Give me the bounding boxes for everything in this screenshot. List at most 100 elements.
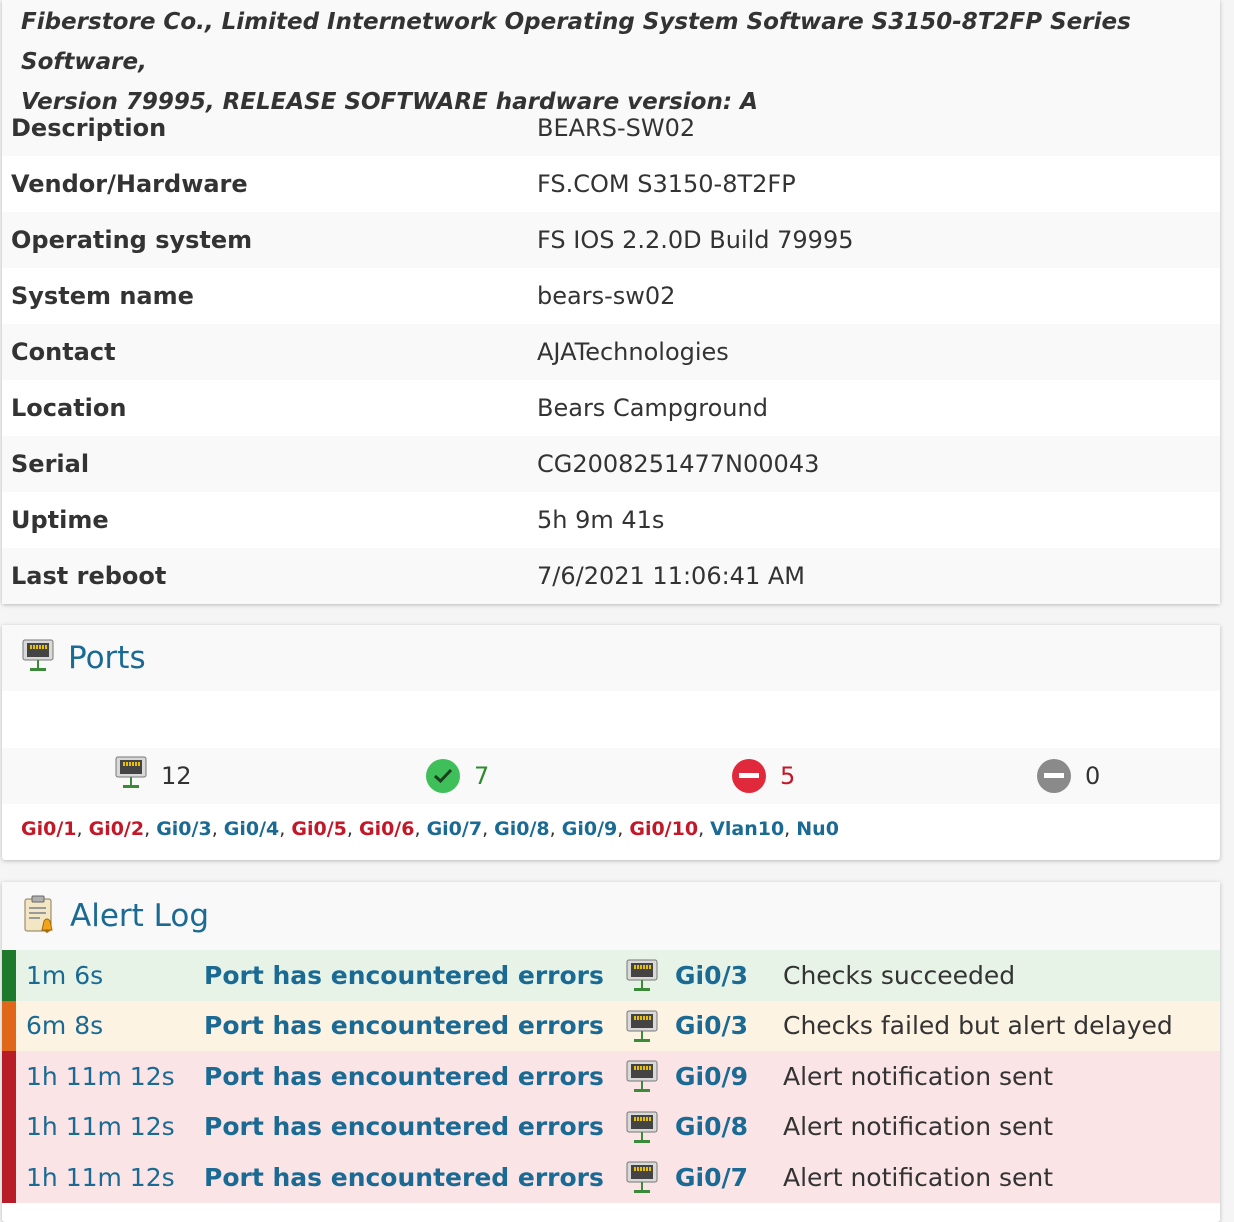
alert-row: 6m 8s Port has encountered errors Gi0/3 Che…	[2, 1000, 1220, 1051]
port-link[interactable]: Gi0/5	[291, 818, 347, 840]
alert-status: Checks succeeded	[783, 960, 1016, 990]
ethernet-port-icon	[626, 1060, 658, 1100]
check-circle-icon	[426, 759, 460, 793]
disabled-ports-value: 0	[1085, 762, 1101, 790]
alert-time[interactable]: 1m 6s	[26, 961, 103, 990]
system-description: Fiberstore Co., Limited Internetwork Ope…	[2, 0, 1220, 115]
port-separator: ,	[211, 818, 224, 840]
device-info-key: Serial	[11, 450, 90, 478]
alert-log-panel: Alert Log 1m 6s Port has encountered erro…	[2, 882, 1220, 1222]
device-overview-panel: Fiberstore Co., Limited Internetwork Ope…	[2, 0, 1220, 604]
alert-port-link[interactable]: Gi0/8	[675, 1112, 748, 1141]
port-separator: ,	[784, 818, 797, 840]
port-link[interactable]: Gi0/1	[21, 818, 77, 840]
port-link[interactable]: Gi0/4	[224, 818, 280, 840]
alert-rule-link[interactable]: Port has encountered errors	[204, 1011, 604, 1040]
device-info-key: Location	[11, 394, 127, 422]
total-ports-value: 12	[161, 762, 192, 790]
alert-status: Alert notification sent	[783, 1162, 1054, 1192]
severity-bar	[2, 1101, 16, 1152]
ports-header: Ports	[2, 625, 1220, 691]
ports-title[interactable]: Ports	[68, 640, 146, 676]
device-info-value: Bears Campground	[537, 394, 768, 422]
device-info-row: Last reboot 7/6/2021 11:06:41 AM	[2, 548, 1220, 604]
device-info-key: Uptime	[11, 506, 109, 534]
device-info-row: Location Bears Campground	[2, 380, 1220, 436]
alert-status: Alert notification sent	[783, 1112, 1054, 1142]
alert-port-link[interactable]: Gi0/3	[675, 1011, 748, 1040]
port-separator: ,	[279, 818, 292, 840]
port-separator: ,	[617, 818, 630, 840]
alert-row: 1h 11m 12s Port has encountered errors Gi0…	[2, 1101, 1220, 1152]
alert-rule-link[interactable]: Port has encountered errors	[204, 1163, 604, 1192]
device-info-value: FS IOS 2.2.0D Build 79995	[537, 226, 854, 254]
ethernet-port-icon	[22, 639, 54, 677]
port-link[interactable]: Gi0/8	[494, 818, 550, 840]
device-info-value: 5h 9m 41s	[537, 506, 665, 534]
alert-log-title[interactable]: Alert Log	[70, 898, 209, 934]
severity-bar	[2, 1152, 16, 1203]
ethernet-port-icon	[626, 959, 658, 999]
ethernet-port-icon	[626, 1010, 658, 1050]
alert-time[interactable]: 1h 11m 12s	[26, 1112, 175, 1141]
ports-graph-area	[2, 691, 1220, 748]
disabled-ports-count[interactable]: 0	[1037, 759, 1100, 793]
device-info-value: bears-sw02	[537, 282, 676, 310]
device-info-key: Contact	[11, 338, 116, 366]
port-link[interactable]: Gi0/6	[359, 818, 415, 840]
port-separator: ,	[76, 818, 89, 840]
device-info-key: Description	[11, 114, 167, 142]
total-ports-count[interactable]: 12	[115, 756, 192, 796]
alert-time[interactable]: 1h 11m 12s	[26, 1062, 175, 1091]
down-ports-value: 5	[780, 762, 796, 790]
device-info-key: Last reboot	[11, 562, 167, 590]
port-separator: ,	[346, 818, 359, 840]
device-info-value: CG2008251477N00043	[537, 450, 820, 478]
port-separator: ,	[549, 818, 562, 840]
alert-row: 1h 11m 12s Port has encountered errors Gi0…	[2, 1051, 1220, 1102]
device-info-row: Serial CG2008251477N00043	[2, 436, 1220, 492]
alert-time[interactable]: 1h 11m 12s	[26, 1163, 175, 1192]
device-info-value: BEARS-SW02	[537, 114, 696, 142]
device-info-table: Description BEARS-SW02 Vendor/Hardware FS.C…	[2, 100, 1220, 604]
ethernet-port-icon	[115, 756, 147, 796]
device-info-value: 7/6/2021 11:06:41 AM	[537, 562, 805, 590]
device-info-key: Operating system	[11, 226, 253, 254]
up-ports-count[interactable]: 7	[426, 759, 489, 793]
device-info-key: Vendor/Hardware	[11, 170, 248, 198]
device-info-row: Contact AJATechnologies	[2, 324, 1220, 380]
device-info-key: System name	[11, 282, 194, 310]
alert-rule-link[interactable]: Port has encountered errors	[204, 961, 604, 990]
alert-log-table: 1m 6s Port has encountered errors Gi0/3 Che…	[2, 950, 1220, 1203]
alert-row: 1h 11m 12s Port has encountered errors Gi0…	[2, 1152, 1220, 1203]
device-info-value: AJATechnologies	[537, 338, 729, 366]
alert-port-link[interactable]: Gi0/7	[675, 1163, 748, 1192]
port-separator: ,	[698, 818, 711, 840]
alert-rule-link[interactable]: Port has encountered errors	[204, 1112, 604, 1141]
device-info-row: Vendor/Hardware FS.COM S3150-8T2FP	[2, 156, 1220, 212]
minus-circle-grey-icon	[1037, 759, 1071, 793]
port-link[interactable]: Gi0/7	[427, 818, 483, 840]
severity-bar	[2, 1000, 16, 1051]
device-info-row: Operating system FS IOS 2.2.0D Build 7999…	[2, 212, 1220, 268]
down-ports-count[interactable]: 5	[732, 759, 795, 793]
up-ports-value: 7	[474, 762, 490, 790]
alert-time[interactable]: 6m 8s	[26, 1011, 103, 1040]
alert-port-link[interactable]: Gi0/3	[675, 961, 748, 990]
port-separator: ,	[482, 818, 495, 840]
severity-bar	[2, 950, 16, 1001]
device-info-row: Uptime 5h 9m 41s	[2, 492, 1220, 548]
port-link[interactable]: Gi0/10	[629, 818, 698, 840]
port-link[interactable]: Gi0/2	[89, 818, 145, 840]
port-link[interactable]: Nu0	[796, 818, 839, 840]
ethernet-port-icon	[626, 1111, 658, 1151]
port-separator: ,	[414, 818, 427, 840]
alert-port-link[interactable]: Gi0/9	[675, 1062, 748, 1091]
port-link[interactable]: Gi0/3	[156, 818, 212, 840]
port-link[interactable]: Gi0/9	[562, 818, 618, 840]
alert-row: 1m 6s Port has encountered errors Gi0/3 Che…	[2, 950, 1220, 1001]
port-link[interactable]: Vlan10	[710, 818, 784, 840]
alert-rule-link[interactable]: Port has encountered errors	[204, 1062, 604, 1091]
alert-log-header: Alert Log	[2, 882, 1220, 950]
system-description-line-1: Fiberstore Co., Limited Internetwork Ope…	[21, 9, 1131, 75]
